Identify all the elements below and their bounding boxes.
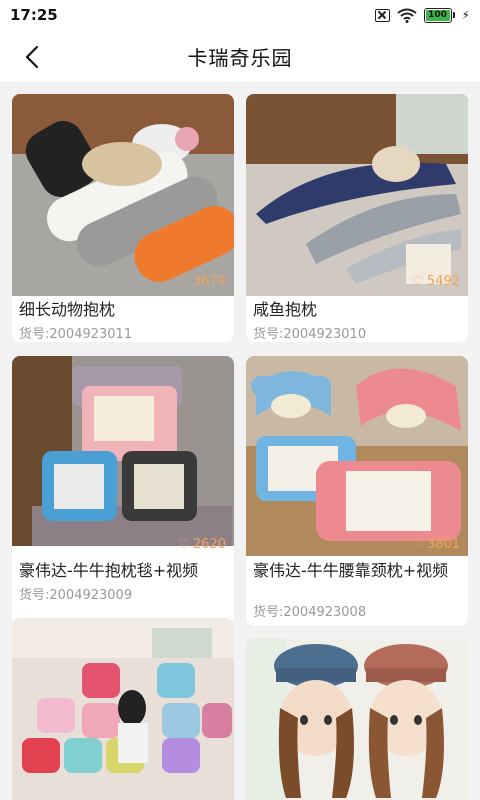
product-image — [12, 618, 234, 800]
like-count: ♡ 5492 — [412, 274, 460, 289]
product-name: 豪伟达-牛牛抱枕毯+视频 — [19, 561, 199, 580]
product-card[interactable]: ♡ 5492 咸鱼抱枕 货号:2004923010 — [246, 94, 468, 342]
product-image — [246, 94, 468, 296]
product-image — [12, 356, 234, 546]
product-sku: 货号:2004923010 — [253, 327, 367, 342]
chevron-left-icon — [25, 45, 39, 69]
product-name: 豪伟达-牛牛腰靠颈枕+视频 — [253, 561, 449, 580]
heart-icon: ♡ — [412, 274, 424, 289]
product-card[interactable]: ♡ 3801 豪伟达-牛牛腰靠颈枕+视频 货号:2004923008 — [246, 356, 468, 626]
like-count: ♡ 3801 — [412, 537, 460, 552]
product-image — [246, 356, 468, 556]
heart-icon: ♡ — [178, 537, 190, 552]
back-button[interactable] — [12, 40, 52, 74]
product-card[interactable] — [246, 638, 468, 800]
heart-icon: ♡ — [178, 274, 190, 289]
like-count: ♡ 2620 — [178, 537, 226, 552]
product-image — [246, 638, 468, 800]
charging-icon: ⚡ — [461, 8, 470, 22]
status-icons: 100 ⚡ — [374, 7, 470, 23]
product-card[interactable]: ♡ 3679 细长动物抱枕 货号:2004923011 — [12, 94, 234, 342]
heart-icon: ♡ — [412, 537, 424, 552]
status-bar: 17:25 100 ⚡ — [0, 0, 480, 30]
product-sku: 货号:2004923008 — [253, 605, 367, 620]
status-time: 17:25 — [10, 6, 58, 24]
product-name: 咸鱼抱枕 — [253, 300, 318, 319]
battery-icon: 100 — [423, 7, 455, 23]
like-count: ♡ 3679 — [178, 274, 226, 289]
page-title: 卡瑞奇乐园 — [187, 45, 293, 70]
battery-level: 100 — [425, 9, 450, 21]
product-name: 细长动物抱枕 — [19, 300, 116, 319]
product-card[interactable] — [12, 618, 234, 800]
product-image — [12, 94, 234, 296]
app-header: 卡瑞奇乐园 — [0, 30, 480, 82]
notification-icon — [374, 8, 390, 22]
product-card[interactable]: ♡ 2620 豪伟达-牛牛抱枕毯+视频 货号:2004923009 — [12, 356, 234, 626]
product-sku: 货号:2004923009 — [19, 588, 133, 603]
wifi-icon — [396, 8, 417, 23]
product-sku: 货号:2004923011 — [19, 327, 133, 342]
